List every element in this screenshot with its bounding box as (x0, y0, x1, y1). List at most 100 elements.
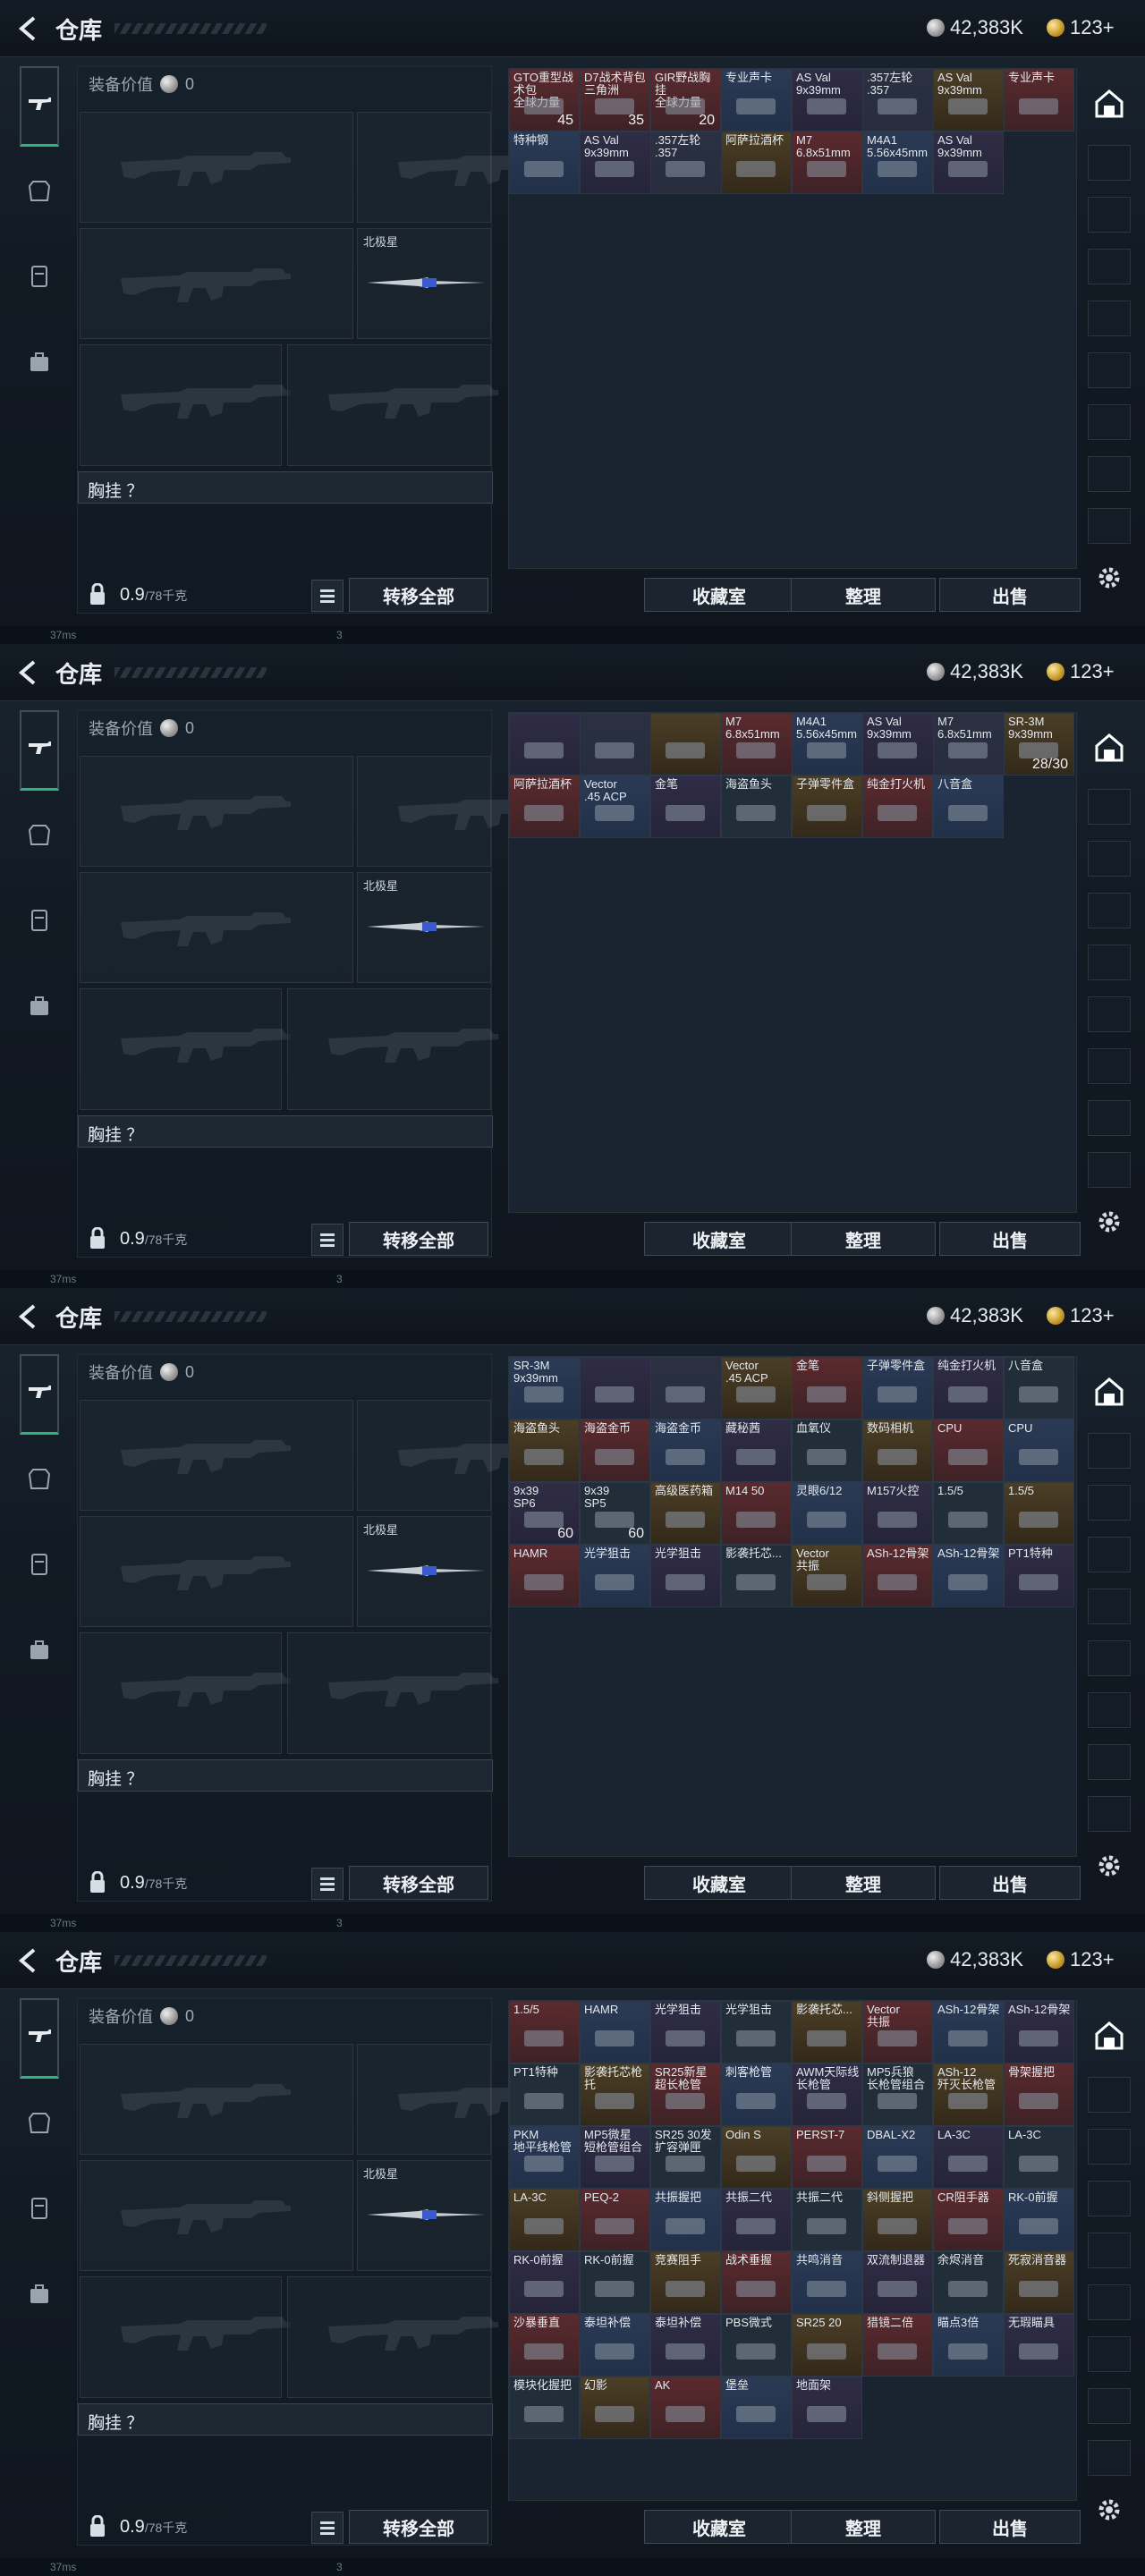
stash-item[interactable]: MP5兵狼 长枪管组合 (862, 2063, 933, 2126)
stash-item[interactable]: HAMR (580, 2001, 650, 2063)
stash-page-tab[interactable] (1088, 945, 1131, 980)
stash-item[interactable]: 1.5/5 (933, 1482, 1004, 1545)
stash-item[interactable]: 海盗鱼头 (509, 1419, 580, 1482)
chest-rig-slot[interactable]: 胸挂 ？ (78, 1759, 493, 1792)
primary-weapon-slot[interactable] (80, 2044, 353, 2155)
stash-item[interactable]: 共振二代 (792, 2189, 862, 2251)
stash-item[interactable]: 泰坦补偿 (650, 2314, 721, 2377)
sort-button[interactable]: 整理 (791, 1866, 936, 1900)
stash-page-tab[interactable] (1088, 1796, 1131, 1832)
stash-item[interactable]: 猎镜二倍 (862, 2314, 933, 2377)
secondary-weapon-slot[interactable] (80, 1516, 353, 1627)
stash-page-tab[interactable] (1088, 2440, 1131, 2476)
stash-item[interactable]: RK-0前握 (509, 2251, 580, 2314)
stash-home-icon[interactable] (1093, 1376, 1125, 1408)
secondary-weapon-slot[interactable] (80, 872, 353, 983)
stash-page-tab[interactable] (1088, 893, 1131, 928)
gold-currency[interactable]: 123+ (1047, 16, 1115, 39)
sidebar-tab-armor[interactable] (20, 796, 59, 877)
stash-item[interactable]: 血氧仪 (792, 1419, 862, 1482)
stash-item[interactable]: GIR野战胸挂 全球力量20 (650, 69, 721, 131)
stash-item[interactable]: 海盗金币 (650, 1419, 721, 1482)
stash-page-tab[interactable] (1088, 2388, 1131, 2424)
pistol-slot[interactable] (357, 1400, 568, 1511)
stash-item[interactable]: ASh-12骨架 (933, 1545, 1004, 1607)
stash-item[interactable]: RK-0前握 (1004, 2189, 1074, 2251)
stash-item[interactable]: AS Val 9x39mm (933, 131, 1004, 194)
stash-item[interactable]: 八音盒 (1004, 1357, 1074, 1419)
stash-item[interactable]: PT1特种 (509, 2063, 580, 2126)
stash-page-tab[interactable] (1088, 1692, 1131, 1728)
stash-item[interactable]: 刺客枪管 (721, 2063, 792, 2126)
transfer-all-button[interactable]: 转移全部 (349, 2510, 488, 2544)
stash-item[interactable]: GTO重型战术包 全球力量45 (509, 69, 580, 131)
sidebar-tab-armor[interactable] (20, 1440, 59, 1521)
melee-slot[interactable]: 北极星 (357, 1516, 491, 1627)
armor-slot[interactable] (287, 1632, 498, 1754)
stash-item[interactable]: M7 6.8x51mm (792, 131, 862, 194)
stash-item[interactable]: 阿萨拉酒杯 (509, 775, 580, 838)
settings-gear-icon[interactable] (1093, 1850, 1125, 1882)
stash-item[interactable]: 双流制退器 (862, 2251, 933, 2314)
list-view-button[interactable] (311, 1224, 344, 1256)
chest-rig-slot[interactable]: 胸挂 ？ (78, 2403, 493, 2436)
stash-item[interactable]: 纯金打火机 (933, 1357, 1004, 1419)
chest-rig-slot[interactable]: 胸挂 ？ (78, 471, 493, 504)
sidebar-tab-vest[interactable] (20, 882, 59, 962)
gold-currency[interactable]: 123+ (1047, 1948, 1115, 1971)
stash-item[interactable]: 地面架 (792, 2377, 862, 2439)
stash-page-tab[interactable] (1088, 352, 1131, 388)
sort-button[interactable]: 整理 (791, 1222, 936, 1256)
stash-item[interactable]: 数码相机 (862, 1419, 933, 1482)
stash-item[interactable]: 八音盒 (933, 775, 1004, 838)
stash-item[interactable]: D7战术背包 三角洲 35 (580, 69, 650, 131)
collection-button[interactable]: 收藏室 (644, 578, 794, 612)
stash-page-tab[interactable] (1088, 1485, 1131, 1521)
stash-item[interactable]: 灵眼6/12 (792, 1482, 862, 1545)
gold-currency[interactable]: 123+ (1047, 660, 1115, 683)
primary-weapon-slot[interactable] (80, 1400, 353, 1511)
stash-item[interactable]: SR25 20 (792, 2314, 862, 2377)
stash-item[interactable]: 高级医药箱 (650, 1482, 721, 1545)
stash-item[interactable]: 9x39 SP5 60 (580, 1482, 650, 1545)
stash-page-tab[interactable] (1088, 145, 1131, 181)
back-icon[interactable] (14, 1301, 39, 1333)
settings-gear-icon[interactable] (1093, 1206, 1125, 1238)
stash-page-tab[interactable] (1088, 301, 1131, 336)
stash-item[interactable]: 专业声卡 (1004, 69, 1074, 131)
stash-item[interactable]: 幻影 (580, 2377, 650, 2439)
stash-page-tab[interactable] (1088, 1640, 1131, 1676)
stash-item[interactable]: 光学狙击 (650, 1545, 721, 1607)
stash-page-tab[interactable] (1088, 249, 1131, 284)
stash-item[interactable]: 模块化握把 (509, 2377, 580, 2439)
stash-item[interactable]: 金笔 (792, 1357, 862, 1419)
stash-page-tab[interactable] (1088, 456, 1131, 492)
stash-item[interactable]: PT1特种 (1004, 1545, 1074, 1607)
stash-item[interactable]: 沙暴垂直 (509, 2314, 580, 2377)
stash-item[interactable]: 共鸣消音 (792, 2251, 862, 2314)
stash-item[interactable]: 专业声卡 (721, 69, 792, 131)
stash-item[interactable]: 1.5/5 (509, 2001, 580, 2063)
stash-item[interactable]: DBAL-X2 (862, 2126, 933, 2189)
stash-grid[interactable]: SR-3M 9x39mm28/3030/300/15Vector .45 ACP… (508, 1356, 1077, 1857)
back-icon[interactable] (14, 1945, 39, 1977)
sidebar-tab-backpack[interactable] (20, 324, 59, 404)
stash-item[interactable]: ASh-12 歼灭长枪管 (933, 2063, 1004, 2126)
stash-item[interactable]: 影袭托芯枪托 (580, 2063, 650, 2126)
stash-page-tab[interactable] (1088, 996, 1131, 1032)
sidebar-tab-gun[interactable] (20, 1354, 59, 1435)
list-view-button[interactable] (311, 1868, 344, 1900)
pistol-slot[interactable] (357, 756, 568, 867)
sort-button[interactable]: 整理 (791, 2510, 936, 2544)
stash-page-tab[interactable] (1088, 404, 1131, 440)
primary-weapon-slot[interactable] (80, 112, 353, 223)
stash-item[interactable]: MP5微星 短枪管组合 (580, 2126, 650, 2189)
helmet-slot[interactable] (80, 344, 291, 466)
stash-item[interactable]: 竞赛阻手 (650, 2251, 721, 2314)
collection-button[interactable]: 收藏室 (644, 2510, 794, 2544)
stash-page-tab[interactable] (1088, 2233, 1131, 2268)
stash-grid[interactable]: 27/456/60/45M7 6.8x51mm0/30M4A1 5.56x45m… (508, 712, 1077, 1213)
helmet-slot[interactable] (80, 988, 291, 1110)
pistol-slot[interactable] (357, 112, 568, 223)
collection-button[interactable]: 收藏室 (644, 1866, 794, 1900)
